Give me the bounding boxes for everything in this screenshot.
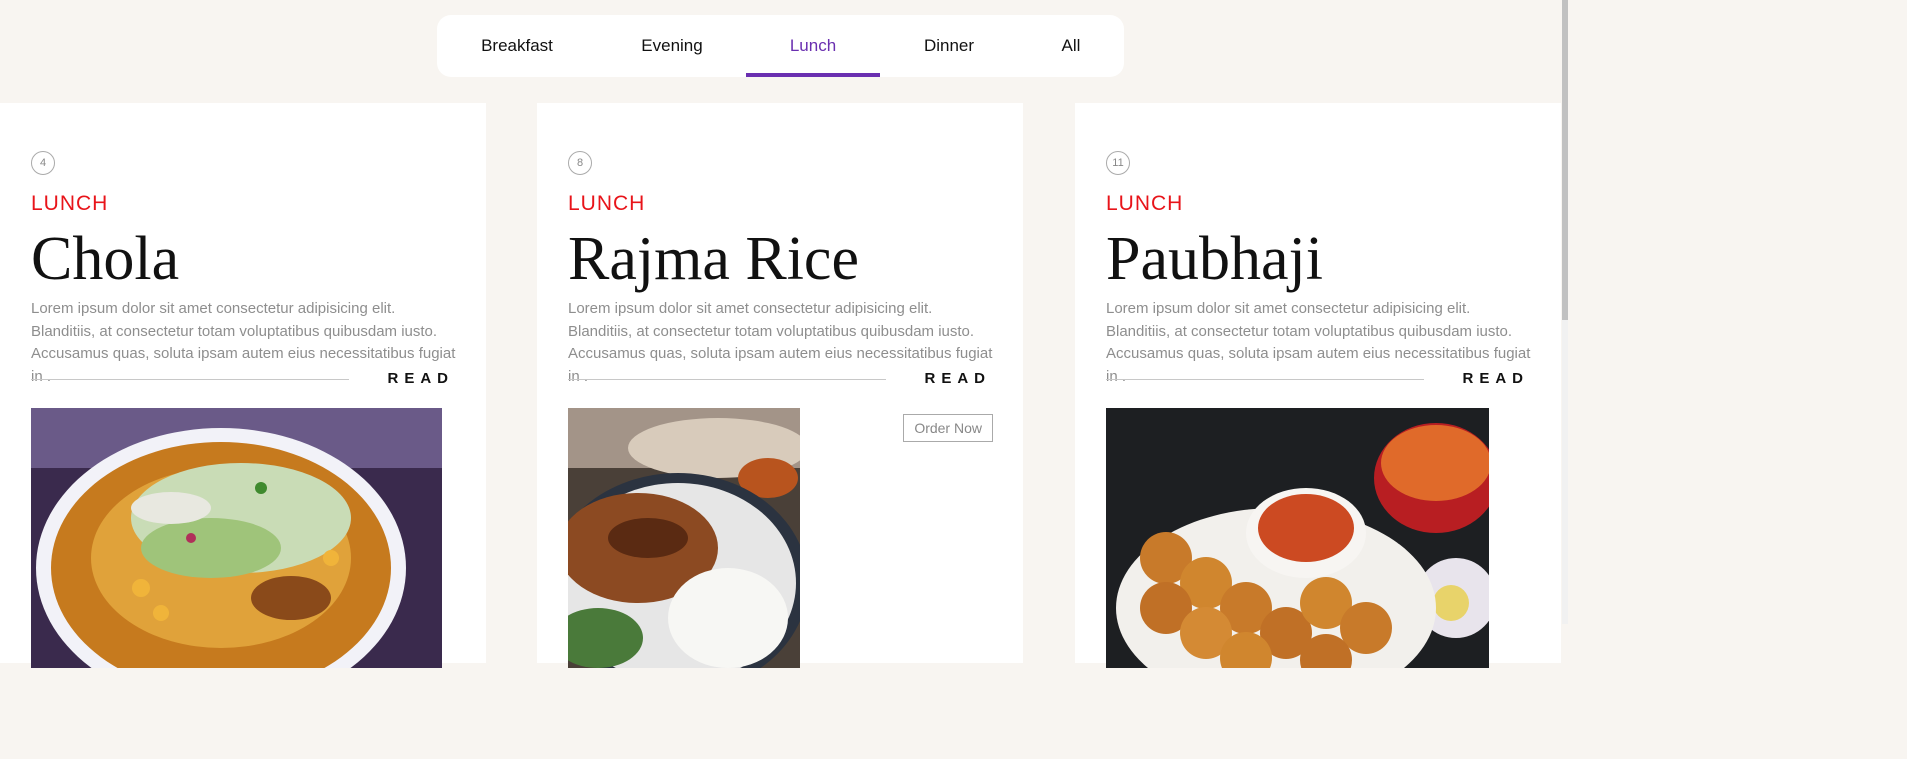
dish-card-rajma-rice: 8 LUNCH Rajma Rice Lorem ipsum dolor sit… (537, 103, 1023, 668)
dish-title: Rajma Rice (568, 225, 859, 293)
tab-all[interactable]: All (1034, 15, 1108, 77)
read-link[interactable]: READ (1462, 370, 1529, 387)
tab-dinner[interactable]: Dinner (892, 15, 1006, 77)
divider (31, 379, 349, 380)
tab-evening[interactable]: Evening (610, 15, 734, 77)
dish-number-badge: 8 (568, 151, 592, 175)
dish-category: LUNCH (1106, 192, 1184, 215)
paubhaji-photo (1106, 408, 1489, 668)
divider (568, 379, 886, 380)
category-tabs: Breakfast Evening Lunch Dinner All (437, 15, 1124, 77)
tab-lunch[interactable]: Lunch (746, 15, 880, 77)
dish-category: LUNCH (568, 192, 646, 215)
read-link[interactable]: READ (387, 370, 454, 387)
dish-title: Chola (31, 225, 180, 293)
dish-number-badge: 11 (1106, 151, 1130, 175)
scrollbar-thumb[interactable] (1562, 0, 1568, 320)
dish-category: LUNCH (31, 192, 109, 215)
dish-title: Paubhaji (1106, 225, 1323, 293)
rajma-rice-photo (568, 408, 800, 668)
divider (1106, 379, 1424, 380)
dish-card-chola: 4 LUNCH Chola Lorem ipsum dolor sit amet… (0, 103, 486, 668)
chola-plate-photo (31, 408, 442, 668)
read-link[interactable]: READ (924, 370, 991, 387)
dish-number-badge: 4 (31, 151, 55, 175)
page-scrollbar[interactable] (1562, 0, 1568, 624)
order-now-button[interactable]: Order Now (903, 414, 993, 442)
dish-card-paubhaji: 11 LUNCH Paubhaji Lorem ipsum dolor sit … (1075, 103, 1561, 668)
tab-breakfast[interactable]: Breakfast (458, 15, 576, 77)
